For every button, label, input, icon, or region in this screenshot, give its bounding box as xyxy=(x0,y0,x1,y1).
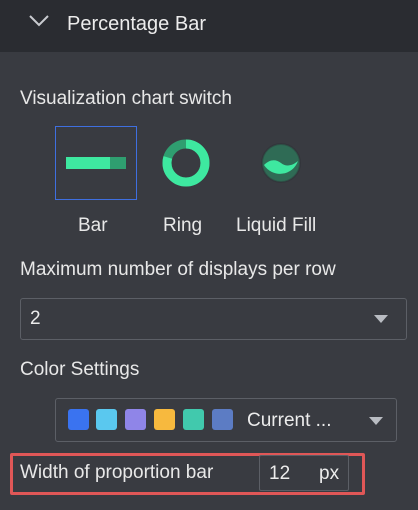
color-swatch xyxy=(212,409,233,430)
max-displays-label: Maximum number of displays per row xyxy=(20,259,336,280)
bar-width-unit: px xyxy=(319,463,340,484)
ring-chart-icon xyxy=(162,139,210,187)
color-swatch xyxy=(154,409,175,430)
chart-option-liquid-fill-label: Liquid Fill xyxy=(236,215,317,236)
chart-option-liquid-fill[interactable] xyxy=(240,126,322,200)
max-displays-value: 2 xyxy=(30,308,41,329)
chart-option-ring-label: Ring xyxy=(163,215,203,236)
settings-panel: Percentage Bar Visualization chart switc… xyxy=(0,0,418,510)
bar-width-label: Width of proportion bar xyxy=(20,462,214,483)
chart-switch-label: Visualization chart switch xyxy=(20,88,232,109)
bar-chart-icon xyxy=(66,157,126,169)
max-displays-select[interactable]: 2 xyxy=(20,298,407,340)
color-swatch xyxy=(125,409,146,430)
color-swatch xyxy=(183,409,204,430)
color-settings-label: Color Settings xyxy=(20,359,140,380)
color-swatch xyxy=(96,409,117,430)
caret-down-icon[interactable] xyxy=(369,417,383,425)
section-header[interactable]: Percentage Bar xyxy=(0,0,418,52)
bar-width-value[interactable]: 12 xyxy=(269,462,290,486)
liquid-fill-icon xyxy=(261,143,301,183)
color-scheme-value: Current ... xyxy=(247,410,332,431)
chart-option-bar-label: Bar xyxy=(78,215,108,236)
color-swatch xyxy=(68,409,89,430)
caret-down-icon[interactable] xyxy=(374,315,388,323)
section-title: Percentage Bar xyxy=(67,13,206,35)
bar-width-input[interactable]: 12 px xyxy=(259,455,349,491)
chart-option-bar[interactable] xyxy=(55,126,137,200)
chevron-down-icon[interactable] xyxy=(28,12,50,30)
chart-option-ring[interactable] xyxy=(145,126,227,200)
